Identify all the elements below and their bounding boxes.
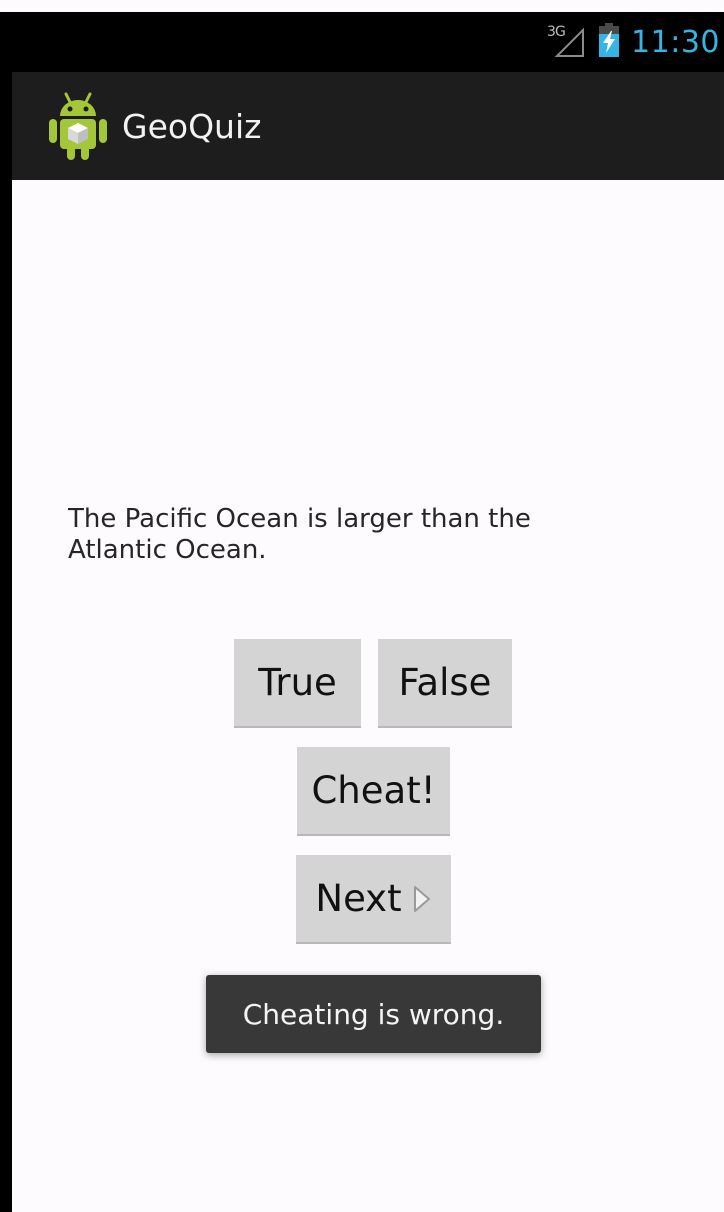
status-bar: 3G 11:30 [12, 12, 724, 72]
toast-message: Cheating is wrong. [206, 975, 541, 1053]
status-time: 11:30 [631, 24, 720, 60]
false-button[interactable]: False [378, 639, 512, 728]
cheat-button-label: Cheat! [311, 769, 436, 812]
cheat-button[interactable]: Cheat! [297, 747, 450, 836]
battery-charging-icon [599, 22, 620, 62]
question-text: The Pacific Ocean is larger than the Atl… [68, 504, 531, 565]
chevron-right-icon [412, 884, 432, 914]
screen-top-margin [0, 0, 724, 12]
next-button-label: Next [315, 877, 402, 920]
toast-text: Cheating is wrong. [242, 997, 505, 1031]
false-button-label: False [398, 661, 492, 704]
next-button[interactable]: Next [296, 855, 451, 944]
screen-edge [0, 0, 12, 1212]
app-title: GeoQuiz [122, 106, 262, 146]
action-bar: GeoQuiz [12, 72, 724, 180]
android-launcher-icon[interactable] [46, 90, 110, 162]
signal-icon: 3G [547, 24, 587, 60]
true-button[interactable]: True [234, 639, 361, 728]
quiz-content: The Pacific Ocean is larger than the Atl… [12, 180, 724, 1212]
phone-screen: 3G 11:30 GeoQuiz The Pacific Ocean is la… [0, 0, 724, 1212]
true-button-label: True [258, 661, 337, 704]
